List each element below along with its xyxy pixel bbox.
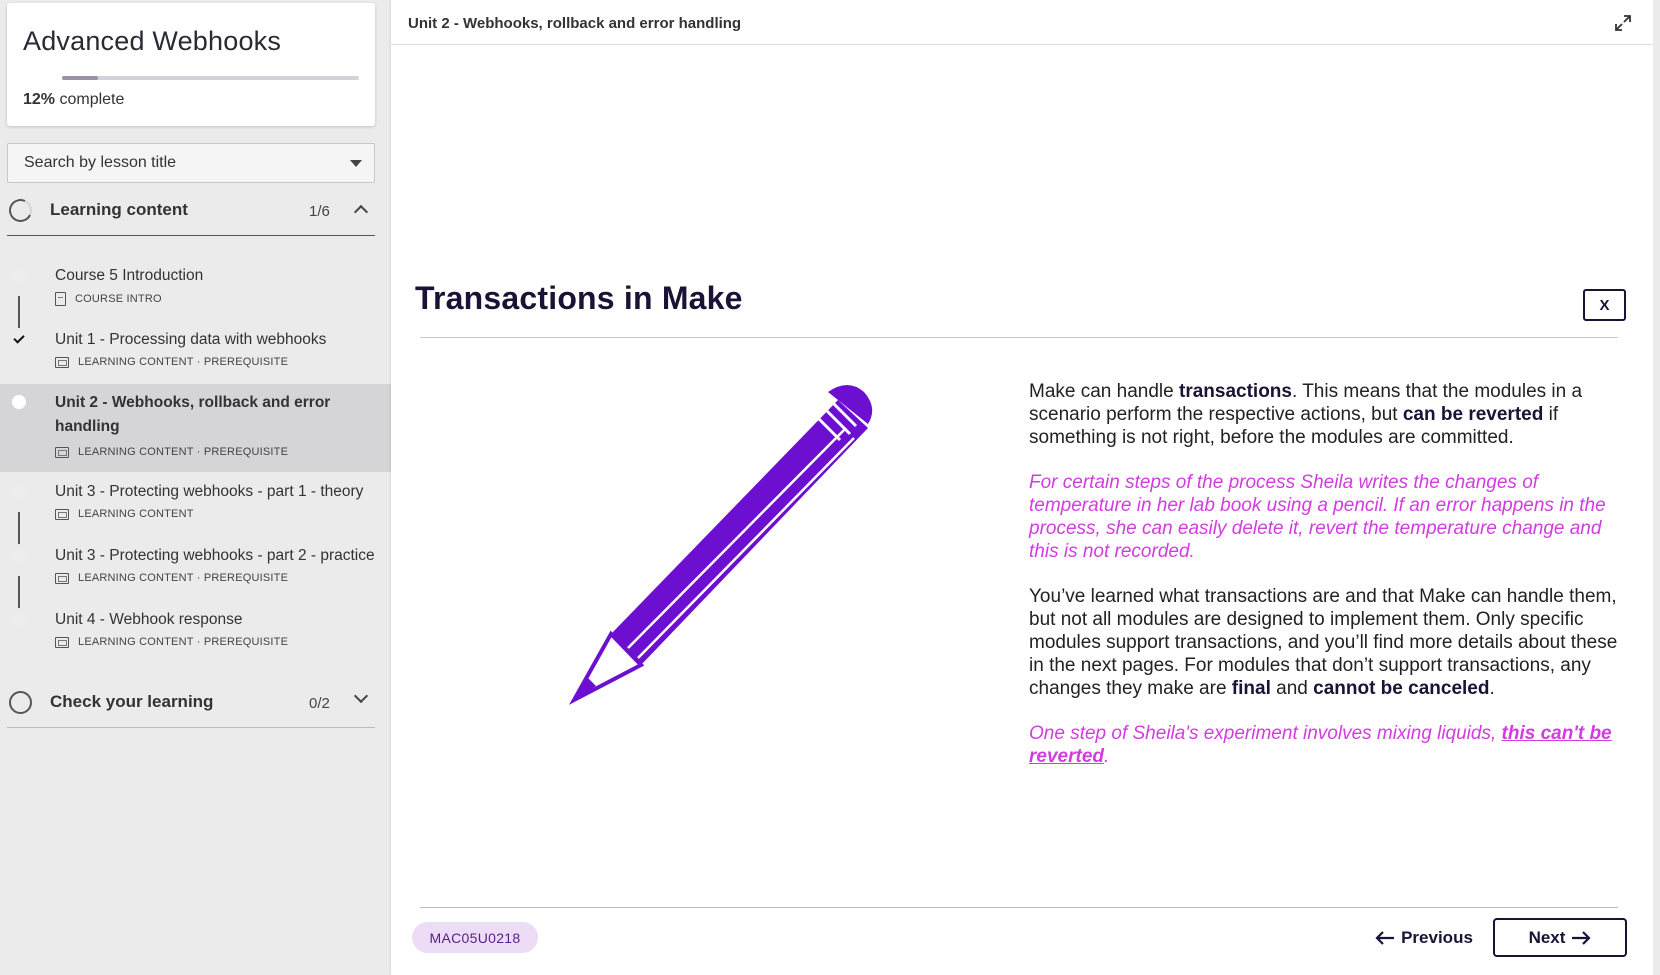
lesson-item[interactable]: Course 5 Introduction COURSE INTRO <box>0 264 391 314</box>
breadcrumb: Unit 2 - Webhooks, rollback and error ha… <box>408 15 742 32</box>
screen-icon <box>55 636 69 648</box>
caret-down-icon <box>350 160 362 167</box>
lesson-title: Unit 3 - Protecting webhooks - part 2 - … <box>55 547 375 564</box>
progress-percent: 12% <box>23 91 56 108</box>
lesson-title: Unit 2 - Webhooks, rollback and error ha… <box>55 394 331 435</box>
bold-text: can be reverted <box>1402 404 1544 425</box>
lesson-title: Unit 1 - Processing data with webhooks <box>55 331 327 348</box>
paragraph-1: Make can handle transactions. This means… <box>1029 380 1629 449</box>
lesson-meta-text: LEARNING CONTENT · PREREQUISITE <box>78 636 289 648</box>
course-sidebar: Advanced Webhooks 12% complete Search by… <box>0 0 391 975</box>
lesson-meta-text: LEARNING CONTENT <box>78 508 194 520</box>
arrow-right-icon <box>1572 930 1591 945</box>
section-header-learning-content[interactable]: Learning content 1/6 <box>5 184 375 236</box>
lesson-body-text: Make can handle transactions. This means… <box>1029 380 1629 790</box>
text: . <box>1489 678 1495 699</box>
section-count: 0/2 <box>309 695 330 712</box>
text: . <box>1104 746 1110 767</box>
status-dot <box>12 549 26 563</box>
story-paragraph: For certain steps of the process Sheila … <box>1029 472 1606 562</box>
bold-text: cannot be canceled <box>1313 678 1490 699</box>
lesson-title: Unit 3 - Protecting webhooks - part 1 - … <box>55 483 364 500</box>
lesson-search-dropdown[interactable]: Search by lesson title <box>7 143 375 183</box>
status-dot <box>12 269 26 283</box>
progress-suffix: complete <box>55 91 125 108</box>
lesson-item[interactable]: Unit 3 - Protecting webhooks - part 2 - … <box>0 544 391 594</box>
screen-icon <box>55 356 69 368</box>
lesson-meta-text: LEARNING CONTENT · PREREQUISITE <box>78 446 289 458</box>
section-title: Learning content <box>50 200 188 219</box>
status-dot <box>12 613 26 627</box>
page-title: Transactions in Make <box>415 280 743 316</box>
lesson-topbar: Unit 2 - Webhooks, rollback and error ha… <box>391 0 1653 45</box>
lesson-meta-text: LEARNING CONTENT · PREREQUISITE <box>78 356 289 368</box>
search-placeholder: Search by lesson title <box>24 154 177 171</box>
lesson-meta: LEARNING CONTENT <box>55 508 194 520</box>
status-dot <box>12 395 26 409</box>
arrow-left-icon <box>1375 931 1395 945</box>
lesson-meta: LEARNING CONTENT · PREREQUISITE <box>55 356 288 368</box>
divider <box>420 337 1618 338</box>
previous-label: Previous <box>1401 928 1473 947</box>
lesson-title: Course 5 Introduction <box>55 267 204 284</box>
paragraph-3: You’ve learned what transactions are and… <box>1029 585 1629 700</box>
progress-ring-icon <box>9 691 32 714</box>
lesson-title: Unit 4 - Webhook response <box>55 611 243 628</box>
course-progress-card: Advanced Webhooks 12% complete <box>7 3 375 126</box>
lesson-meta: LEARNING CONTENT · PREREQUISITE <box>55 446 288 458</box>
next-button[interactable]: Next <box>1493 918 1627 957</box>
lesson-code-badge: MAC05U0218 <box>412 922 538 953</box>
progress-ring-icon <box>5 195 36 226</box>
text: Make can handle <box>1029 381 1179 402</box>
text: One step of Sheila's experiment involves… <box>1029 723 1502 744</box>
story-paragraph-2: One step of Sheila's experiment involves… <box>1029 722 1629 768</box>
section-title: Check your learning <box>50 692 214 711</box>
screen-icon <box>55 572 69 584</box>
progress-text: 12% complete <box>23 91 124 109</box>
progress-bar <box>62 76 359 80</box>
lesson-meta: LEARNING CONTENT · PREREQUISITE <box>55 572 288 584</box>
lesson-content-panel: Unit 2 - Webhooks, rollback and error ha… <box>391 0 1653 975</box>
lesson-item[interactable]: Unit 4 - Webhook response LEARNING CONTE… <box>0 608 391 658</box>
expand-icon[interactable] <box>1613 13 1633 33</box>
lesson-item[interactable]: Unit 1 - Processing data with webhooks L… <box>0 328 391 378</box>
lesson-meta-text: COURSE INTRO <box>75 293 162 305</box>
document-icon <box>55 292 66 306</box>
text: and <box>1270 678 1314 699</box>
lesson-item[interactable]: Unit 3 - Protecting webhooks - part 1 - … <box>0 480 391 530</box>
next-label: Next <box>1528 927 1566 947</box>
section-header-check-your-learning[interactable]: Check your learning 0/2 <box>7 676 375 728</box>
lesson-meta: COURSE INTRO <box>55 292 162 306</box>
divider <box>420 907 1618 908</box>
screen-icon <box>55 508 69 520</box>
section-count: 1/6 <box>309 203 330 220</box>
status-dot <box>12 485 26 499</box>
screen-icon <box>55 446 69 458</box>
lesson-meta-text: LEARNING CONTENT · PREREQUISITE <box>78 572 289 584</box>
chevron-down-icon[interactable] <box>353 688 369 704</box>
bold-text: transactions <box>1179 381 1292 402</box>
course-title: Advanced Webhooks <box>23 26 282 56</box>
close-button[interactable]: X <box>1583 289 1626 321</box>
checkmark-icon <box>13 332 25 344</box>
bold-text: final <box>1231 678 1271 699</box>
progress-bar-fill <box>62 76 98 80</box>
previous-button[interactable]: Previous <box>1356 919 1492 957</box>
pencil-icon <box>568 385 873 705</box>
chevron-up-icon[interactable] <box>353 204 369 220</box>
lesson-item-active[interactable]: Unit 2 - Webhooks, rollback and error ha… <box>0 384 391 472</box>
lesson-meta: LEARNING CONTENT · PREREQUISITE <box>55 636 288 648</box>
